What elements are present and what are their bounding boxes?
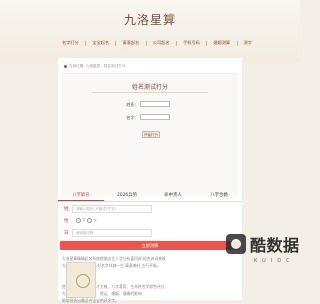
tab-benefactor[interactable]: 命中贵人 — [150, 190, 196, 201]
surname-key: 姓 — [64, 207, 69, 212]
gender-options: 男 女 — [72, 217, 152, 225]
sample-certificate-image — [66, 262, 96, 298]
watermark-logo-icon — [226, 234, 246, 254]
tab-bazi-naming[interactable]: 八字取名 — [58, 190, 104, 201]
surname-row: 姓 请输入姓氏 (不超过2个字) — [58, 204, 242, 214]
nav-item-marriage[interactable]: 婚姻测算 — [213, 40, 230, 46]
nav-divider — [145, 40, 147, 46]
given-name-input[interactable] — [140, 114, 170, 120]
panel-title: 姓名测试打分 — [131, 84, 168, 91]
nav-divider — [206, 40, 207, 46]
tool-tabs: 八字取名 2026兵势 命中贵人 八字合婚 — [58, 190, 242, 202]
nav-divider — [85, 40, 86, 46]
location-icon — [64, 64, 67, 68]
title-divider — [92, 92, 208, 93]
gender-key: 性 — [64, 219, 69, 224]
nav-divider — [115, 40, 117, 46]
site-header: 九洛星算 名字打分 宝宝起名 寓意起名 公司起名 手机号码 婚姻测算 测字 — [0, 0, 300, 62]
nav-item-meaning-naming[interactable]: 寓意起名 — [123, 40, 140, 46]
site-logo[interactable]: 九洛星算 — [0, 11, 300, 28]
seal-icon — [76, 274, 90, 288]
logo-ornament-icon — [168, 13, 175, 20]
tab-bazi-marriage[interactable]: 八字合婚 — [196, 190, 242, 201]
main-nav: 名字打分 宝宝起名 寓意起名 公司起名 手机号码 婚姻测算 测字 — [62, 38, 252, 48]
given-name-label: 名字: — [126, 115, 136, 120]
surname-input[interactable] — [140, 101, 170, 107]
gender-male-label: 男 — [82, 218, 86, 222]
bazi-surname-input[interactable]: 请输入姓氏 (不超过2个字) — [72, 205, 152, 213]
nav-item-phone-number[interactable]: 手机号码 — [183, 40, 200, 46]
watermark-text: 酷数据 — [250, 236, 300, 255]
breadcrumb: 当前位置: 九洛星算 › 姓名测试打分 — [64, 64, 125, 69]
nav-item-company-naming[interactable]: 公司起名 — [153, 40, 170, 46]
radio-male[interactable] — [76, 217, 81, 223]
date-key: 日 — [64, 231, 69, 236]
nav-item-character-test[interactable]: 测字 — [244, 40, 252, 46]
name-test-panel: 姓名测试打分 姓氏: 名字: 开始打分 — [62, 73, 238, 197]
nav-divider — [236, 40, 238, 46]
nav-item-baby-naming[interactable]: 宝宝起名 — [92, 40, 109, 46]
start-score-button[interactable]: 开始打分 — [142, 131, 160, 138]
watermark-subtext: KUIDC — [254, 258, 295, 264]
nav-item-name-score[interactable]: 名字打分 — [62, 40, 79, 46]
radio-female[interactable] — [87, 217, 93, 223]
calculate-now-button[interactable]: 立即测算 — [60, 241, 240, 250]
intro-text-line: 帮助您选出最适合宝宝的好名字。 — [62, 298, 119, 303]
date-row: 日 请选择日期 — [58, 228, 242, 238]
breadcrumb-text: 当前位置: 九洛星算 › 姓名测试打分 — [69, 64, 126, 68]
gender-female-label: 女 — [93, 218, 97, 222]
surname-label: 姓氏: — [126, 102, 136, 107]
birth-date-input[interactable]: 请选择日期 — [72, 229, 152, 237]
gender-row: 性 男 女 — [58, 216, 242, 226]
nav-divider — [176, 40, 177, 46]
site-watermark: 酷数据 KUIDC — [226, 228, 300, 270]
tab-2026-fortune[interactable]: 2026兵势 — [104, 190, 150, 201]
